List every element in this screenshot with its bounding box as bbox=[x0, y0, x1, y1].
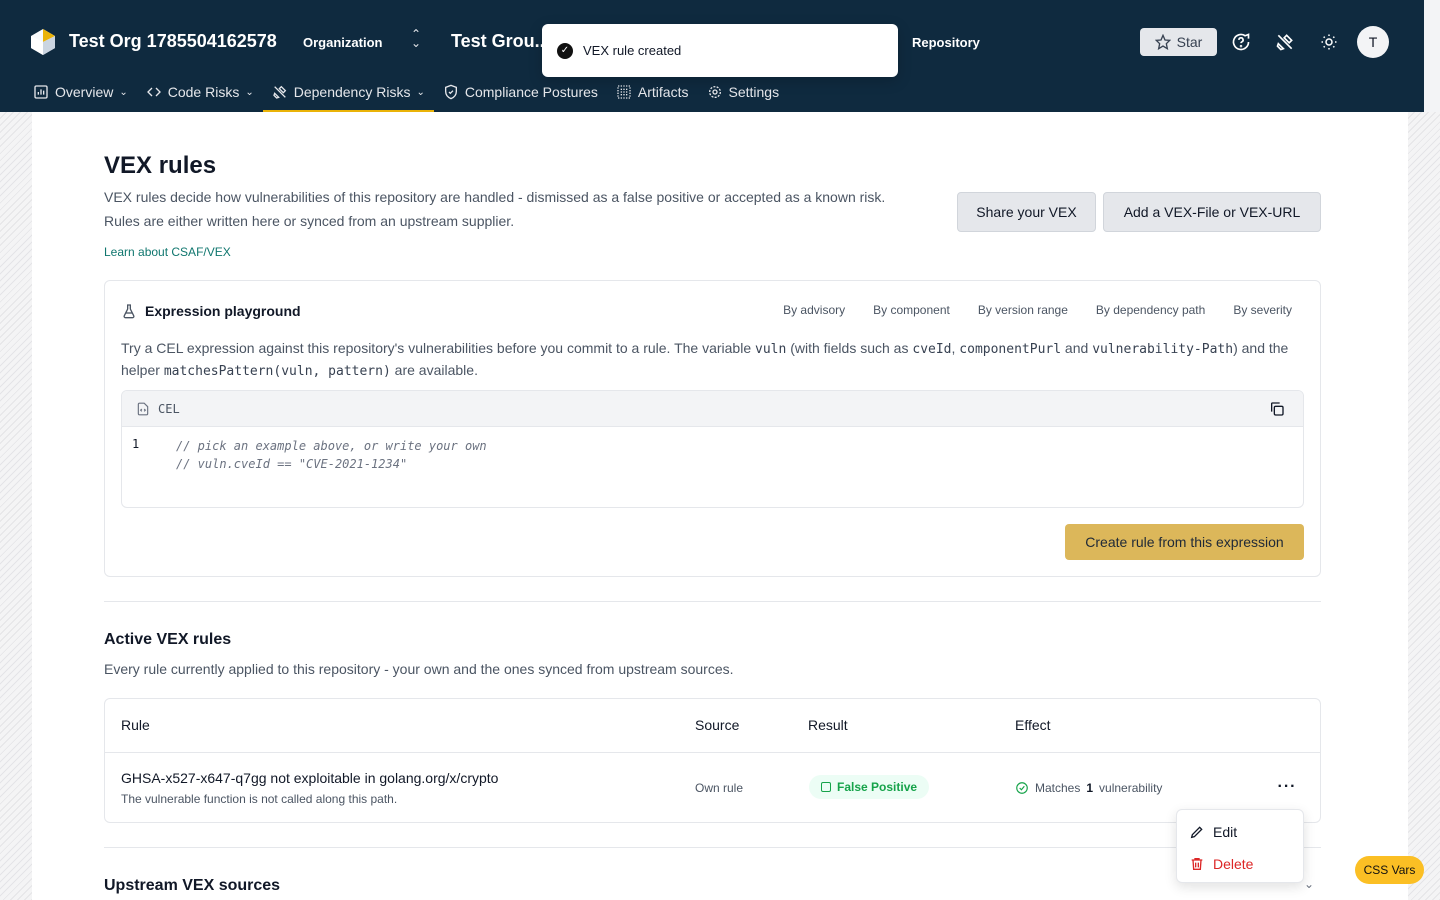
tab-by-severity[interactable]: By severity bbox=[1233, 303, 1292, 317]
css-vars-badge[interactable]: CSS Vars bbox=[1355, 856, 1424, 884]
delete-menu-item[interactable]: Delete bbox=[1177, 848, 1303, 880]
chevron-down-icon[interactable]: ⌄ bbox=[1304, 877, 1314, 891]
playground-title: Expression playground bbox=[121, 303, 301, 319]
share-vex-button[interactable]: Share your VEX bbox=[957, 192, 1096, 232]
playground-description: Try a CEL expression against this reposi… bbox=[121, 340, 1289, 379]
list-icon bbox=[617, 85, 631, 99]
code-content[interactable]: // pick an example above, or write your … bbox=[176, 437, 487, 473]
nav-artifacts[interactable]: Artifacts bbox=[607, 72, 698, 112]
status-badge: False Positive bbox=[809, 775, 930, 799]
page-title: VEX rules bbox=[104, 152, 217, 179]
nav-compliance-postures[interactable]: Compliance Postures bbox=[434, 72, 607, 112]
file-code-icon bbox=[137, 402, 149, 415]
gear-icon bbox=[708, 86, 721, 98]
page-gutter-right bbox=[1408, 112, 1440, 900]
nav-settings[interactable]: Settings bbox=[698, 72, 789, 112]
column-header-source: Source bbox=[695, 717, 740, 733]
edit-menu-item[interactable]: Edit bbox=[1177, 816, 1303, 848]
pencil-icon bbox=[1190, 826, 1203, 839]
help-icon[interactable] bbox=[1229, 30, 1253, 54]
nav-label: Artifacts bbox=[637, 84, 689, 100]
upstream-sources-title: Upstream VEX sources bbox=[104, 877, 281, 894]
shield-icon bbox=[444, 84, 457, 100]
square-icon bbox=[821, 782, 831, 792]
sun-icon[interactable] bbox=[1317, 30, 1341, 54]
repo-switcher-label[interactable]: Repository bbox=[912, 35, 980, 50]
devguard-logo-icon[interactable] bbox=[30, 28, 56, 56]
tab-by-version-range[interactable]: By version range bbox=[978, 303, 1068, 317]
table-header-divider bbox=[105, 752, 1320, 753]
nav-label: Overview bbox=[55, 84, 114, 100]
org-title[interactable]: Test Org 1785504162578 bbox=[69, 31, 277, 52]
trash-icon bbox=[1191, 858, 1203, 870]
learn-csaf-link[interactable]: Learn about CSAF/VEX bbox=[104, 245, 231, 259]
chevron-down-icon: ⌄ bbox=[245, 86, 254, 98]
tab-by-component[interactable]: By component bbox=[873, 303, 950, 317]
active-rules-description: Every rule currently applied to this rep… bbox=[104, 661, 734, 677]
org-switcher-label[interactable]: Organization bbox=[303, 35, 382, 50]
nav-overview[interactable]: Overview ⌄ bbox=[24, 72, 137, 112]
tab-by-dependency-path[interactable]: By dependency path bbox=[1096, 303, 1205, 317]
copy-icon[interactable] bbox=[1269, 401, 1285, 417]
code-icon bbox=[146, 87, 161, 97]
section-divider bbox=[104, 847, 1321, 848]
nav-label: Code Risks bbox=[167, 84, 240, 100]
column-header-result: Result bbox=[808, 717, 848, 733]
toast-message: VEX rule created bbox=[583, 43, 682, 58]
line-number: 1 bbox=[132, 437, 140, 451]
group-title[interactable]: Test Grou.. bbox=[451, 31, 545, 52]
chevron-down-icon: ⌄ bbox=[119, 86, 128, 98]
nav-code-risks[interactable]: Code Risks ⌄ bbox=[137, 72, 263, 112]
nav-dependency-risks[interactable]: Dependency Risks ⌄ bbox=[262, 72, 434, 112]
nav-label: Settings bbox=[728, 84, 780, 100]
avatar[interactable]: T bbox=[1357, 26, 1389, 58]
column-header-effect: Effect bbox=[1015, 717, 1051, 733]
toast-notification: ✓ VEX rule created bbox=[542, 24, 898, 77]
check-circle-icon: ✓ bbox=[557, 42, 573, 59]
expression-playground: Expression playground By advisory By com… bbox=[104, 280, 1321, 577]
section-divider bbox=[104, 601, 1321, 602]
check-circle-icon bbox=[1016, 782, 1028, 794]
playground-tabs: By advisory By component By version rang… bbox=[783, 303, 1292, 317]
active-rules-table: Rule Source Result Effect GHSA-x527-x647… bbox=[104, 698, 1321, 823]
star-label: Star bbox=[1176, 34, 1203, 50]
chevron-up-down-icon[interactable]: ⌃ ⌄ bbox=[408, 28, 424, 54]
column-header-rule: Rule bbox=[121, 717, 150, 733]
flask-icon bbox=[123, 304, 135, 319]
main-content: VEX rules VEX rules decide how vulnerabi… bbox=[32, 112, 1408, 900]
rule-subtitle: The vulnerable function is not called al… bbox=[121, 792, 398, 806]
page-description: VEX rules decide how vulnerabilities of … bbox=[104, 189, 886, 229]
star-button[interactable]: Star bbox=[1140, 28, 1217, 56]
editor-header: CEL bbox=[122, 391, 1303, 427]
more-options-icon[interactable]: ··· bbox=[1275, 775, 1299, 799]
create-rule-button[interactable]: Create rule from this expression bbox=[1065, 524, 1304, 560]
star-icon bbox=[1154, 34, 1171, 50]
rule-effect: Matches 1 vulnerability bbox=[1015, 781, 1162, 795]
tools-icon bbox=[272, 85, 287, 99]
tab-by-advisory[interactable]: By advisory bbox=[783, 303, 845, 317]
page-gutter-left bbox=[0, 112, 32, 900]
active-rules-title: Active VEX rules bbox=[104, 631, 232, 648]
nav-label: Compliance Postures bbox=[464, 84, 598, 100]
row-action-menu: Edit Delete bbox=[1176, 809, 1304, 883]
rule-source: Own rule bbox=[695, 781, 744, 795]
nav-label: Dependency Risks bbox=[293, 84, 411, 100]
chevron-down-icon: ⌄ bbox=[416, 86, 425, 98]
tools-icon[interactable] bbox=[1273, 30, 1297, 54]
rule-name: GHSA-x527-x647-q7gg not exploitable in g… bbox=[121, 770, 499, 786]
cel-editor[interactable]: CEL 1 // pick an example above, or write… bbox=[121, 390, 1304, 508]
chart-icon bbox=[34, 85, 48, 99]
add-vex-file-button[interactable]: Add a VEX-File or VEX-URL bbox=[1103, 192, 1321, 232]
editor-language: CEL bbox=[158, 401, 180, 416]
main-nav: Overview ⌄ Code Risks ⌄ Dependency Risks… bbox=[24, 72, 788, 112]
